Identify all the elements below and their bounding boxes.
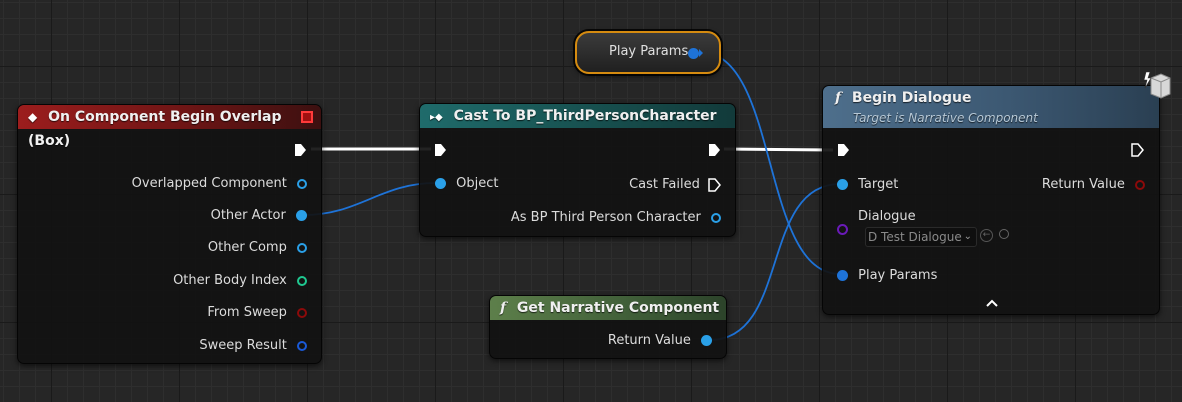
function-f-icon: f [835, 90, 842, 106]
cast-failed-exec-pin[interactable] [708, 177, 721, 192]
dialogue-class-dropdown[interactable]: D Test Dialogue ⌄ [865, 227, 977, 247]
pin-label-other-actor: Other Actor [210, 208, 286, 223]
pin-row-overlapped-component: Overlapped Component [132, 175, 307, 193]
pin-label-overlapped-component: Overlapped Component [131, 176, 287, 191]
play-params-output-pin[interactable] [688, 48, 699, 59]
cast-exec-out-pin[interactable] [708, 143, 721, 157]
play-params-input-pin[interactable] [837, 270, 848, 281]
begin-dialogue-title: Begin Dialogue [851, 90, 972, 106]
pin-label-as-bp: As BP Third Person Character [510, 210, 701, 225]
get-narrative-return-pin[interactable] [701, 335, 712, 346]
pin-row-other-body-index: Other Body Index [173, 272, 307, 290]
pin-label-sweep-result: Sweep Result [199, 338, 287, 353]
pin-row-return-value: Return Value [608, 332, 712, 350]
pin-label-play-params: Play Params [858, 268, 938, 283]
search-icon[interactable] [999, 229, 1009, 239]
dialogue-exec-in-pin[interactable] [837, 143, 850, 157]
target-pin[interactable] [837, 179, 848, 190]
function-f-icon: f [500, 300, 507, 316]
pin-row-dialogue: Dialogue [858, 208, 916, 226]
overlapped-component-pin[interactable] [297, 178, 307, 189]
cast-node-header[interactable]: ▸◆ Cast To BP_ThirdPersonCharacter [420, 104, 735, 128]
pin-label-return-value: Return Value [607, 333, 691, 348]
pin-row-other-comp: Other Comp [208, 239, 307, 257]
pin-arrow [699, 49, 703, 57]
other-comp-pin[interactable] [297, 242, 307, 253]
pin-label-other-comp: Other Comp [207, 240, 287, 255]
exec-wire-cast-to-dialogue [723, 147, 834, 152]
overlap-node-header[interactable]: ◆ On Component Begin Overlap (Box) [18, 105, 321, 149]
overlap-exec-out-pin[interactable] [294, 143, 307, 157]
pin-label-other-body-index: Other Body Index [173, 273, 287, 288]
pin-row-object: Object [435, 175, 498, 193]
pin-row-from-sweep: From Sweep [207, 304, 307, 322]
dialogue-dropdown-value: D Test Dialogue [868, 230, 962, 244]
overlap-node-title: On Component Begin Overlap (Box) [28, 109, 282, 149]
other-body-index-pin[interactable] [297, 275, 307, 286]
get-narrative-node[interactable]: f Get Narrative Component Return Value [489, 295, 727, 359]
pin-row-as-bp: As BP Third Person Character [511, 209, 721, 227]
from-sweep-pin[interactable] [297, 307, 307, 318]
latent-cube-icon [1143, 71, 1171, 99]
pin-row-dialogue-return: Return Value [1042, 176, 1145, 194]
cast-arrows-icon: ▸◆ [430, 112, 443, 123]
cast-node-title: Cast To BP_ThirdPersonCharacter [453, 108, 717, 124]
play-params-variable-node[interactable]: Play Params [575, 31, 721, 74]
event-delegate-icon[interactable] [301, 111, 313, 123]
begin-dialogue-subtitle: Target is Narrative Component [853, 111, 1038, 125]
pin-row-target: Target [837, 176, 898, 194]
pin-label-target: Target [858, 177, 899, 192]
get-narrative-node-header[interactable]: f Get Narrative Component [490, 296, 726, 320]
event-diamond-icon: ◆ [28, 110, 38, 124]
dialogue-class-pin[interactable] [837, 224, 848, 235]
dialogue-return-pin[interactable] [1135, 179, 1145, 190]
object-pin[interactable] [435, 178, 446, 189]
get-narrative-node-title: Get Narrative Component [516, 300, 720, 316]
chevron-up-icon[interactable] [986, 299, 998, 307]
pin-row-sweep-result: Sweep Result [199, 337, 307, 355]
wire-other-actor-to-object [302, 182, 437, 216]
arrow-left-circle-icon[interactable]: ← [980, 229, 993, 242]
dialogue-exec-out-pin[interactable] [1131, 143, 1144, 157]
pin-row-cast-failed: Cast Failed [629, 176, 721, 194]
pin-label-dialogue: Dialogue [858, 209, 916, 224]
other-actor-pin[interactable] [296, 210, 307, 221]
as-bp-pin[interactable] [711, 212, 721, 223]
pin-row-other-actor: Other Actor [211, 207, 307, 225]
cast-exec-in-pin[interactable] [434, 143, 447, 157]
overlap-event-node[interactable]: ◆ On Component Begin Overlap (Box) Overl… [17, 104, 322, 364]
begin-dialogue-node-header[interactable]: f Begin Dialogue Target is Narrative Com… [823, 86, 1159, 128]
pin-label-cast-failed: Cast Failed [629, 177, 700, 192]
pin-label-from-sweep: From Sweep [207, 305, 287, 320]
pin-label-object: Object [456, 176, 499, 191]
sweep-result-pin[interactable] [297, 340, 307, 351]
play-params-label: Play Params [609, 44, 689, 59]
cast-node[interactable]: ▸◆ Cast To BP_ThirdPersonCharacter Objec… [419, 103, 736, 237]
chevron-down-icon: ⌄ [963, 231, 972, 242]
begin-dialogue-node[interactable]: f Begin Dialogue Target is Narrative Com… [822, 85, 1160, 315]
pin-row-play-params: Play Params [837, 267, 937, 285]
pin-label-dialogue-return: Return Value [1041, 177, 1125, 192]
